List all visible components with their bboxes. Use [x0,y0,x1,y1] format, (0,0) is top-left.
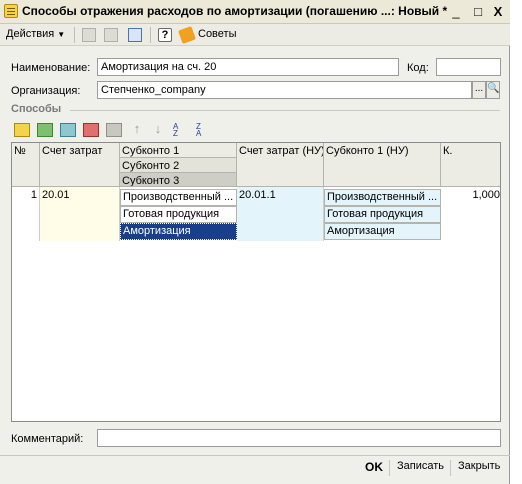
column-header-subconto3[interactable]: Субконто 3 [120,173,237,187]
table-cell-subconto2[interactable]: Готовая продукция [120,206,237,223]
help-button[interactable]: ? [158,28,172,42]
structure-icon[interactable] [104,28,118,42]
column-header-subconto1-nu[interactable]: Субконто 1 (НУ) [324,143,441,187]
form-window: Способы отражения расходов по амортизаци… [0,0,510,484]
toolbar-divider [74,27,75,43]
table-cell-subconto1[interactable]: Производственный ... [120,189,237,206]
refresh-icon[interactable] [128,28,142,42]
organization-field[interactable]: Степченко_company [97,81,472,99]
toolbar-divider [150,27,151,43]
maximize-button[interactable]: □ [470,4,486,20]
column-header-subconto1[interactable]: Субконто 1 [120,143,237,158]
search-icon[interactable]: 🔍 [486,81,500,99]
close-button[interactable]: Закрыть [458,460,500,472]
document-icon [4,4,18,18]
chevron-down-icon: ▼ [57,30,66,39]
sort-desc-icon[interactable]: ZA [196,123,212,138]
methods-table[interactable]: № Счет затрат Субконто 1 Субконто 2 Субк… [11,142,501,422]
table-cell-subconto3-nu[interactable]: Амортизация [324,223,441,240]
window-title: Способы отражения расходов по амортизаци… [22,4,447,18]
minimize-button[interactable]: _ [448,4,464,20]
code-field[interactable] [436,58,501,76]
end-edit-icon[interactable] [106,123,122,137]
footer-divider [389,460,390,476]
ok-button[interactable]: OK [365,460,383,474]
table-cell-account[interactable]: 20.01 [40,187,120,241]
table-cell-num[interactable]: 1 [12,187,40,241]
table-cell-account-nu[interactable]: 20.01.1 [237,187,324,241]
code-label: Код: [407,62,429,74]
footer-divider [0,455,510,456]
tips-icon [178,26,196,44]
table-cell-subconto2-nu[interactable]: Готовая продукция [324,206,441,223]
back-icon[interactable] [82,28,96,42]
save-button[interactable]: Записать [397,460,444,472]
close-window-button[interactable]: X [490,4,506,20]
name-label: Наименование: [11,62,91,74]
move-down-icon[interactable]: ↓ [150,122,166,137]
table-cell-subconto3[interactable]: Амортизация [120,223,237,240]
column-header-subconto2[interactable]: Субконто 2 [120,158,237,173]
column-header-account-nu[interactable]: Счет затрат (НУ) [237,143,324,187]
comment-label: Комментарий: [11,433,84,445]
form-toolbar: Действия ▼ ? Советы [0,24,510,46]
table-cell-subconto1-nu[interactable]: Производственный ... [324,189,441,206]
table-cell-coef[interactable]: 1,000 [441,187,500,241]
move-up-icon[interactable]: ↑ [129,122,145,137]
footer-divider [450,460,451,476]
sort-asc-icon[interactable]: AZ [173,123,189,138]
comment-field[interactable] [97,429,501,447]
name-field[interactable]: Амортизация на сч. 20 [97,58,399,76]
delete-row-icon[interactable] [83,123,99,137]
actions-label: Действия [6,28,55,40]
tips-button[interactable]: Советы [198,28,236,40]
column-header-coef[interactable]: К. [441,143,500,187]
column-header-num[interactable]: № [12,143,40,187]
organization-label: Организация: [11,85,81,97]
edit-row-icon[interactable] [60,123,76,137]
column-header-account[interactable]: Счет затрат [40,143,120,187]
methods-section-title: Способы [11,103,62,115]
copy-row-icon[interactable] [37,123,53,137]
select-button[interactable]: ... [472,81,486,99]
background-window-edge [511,0,522,484]
add-row-icon[interactable] [14,123,30,137]
section-divider [70,110,500,111]
title-bar: Способы отражения расходов по амортизаци… [0,0,510,24]
actions-menu[interactable]: Действия ▼ [6,28,65,40]
